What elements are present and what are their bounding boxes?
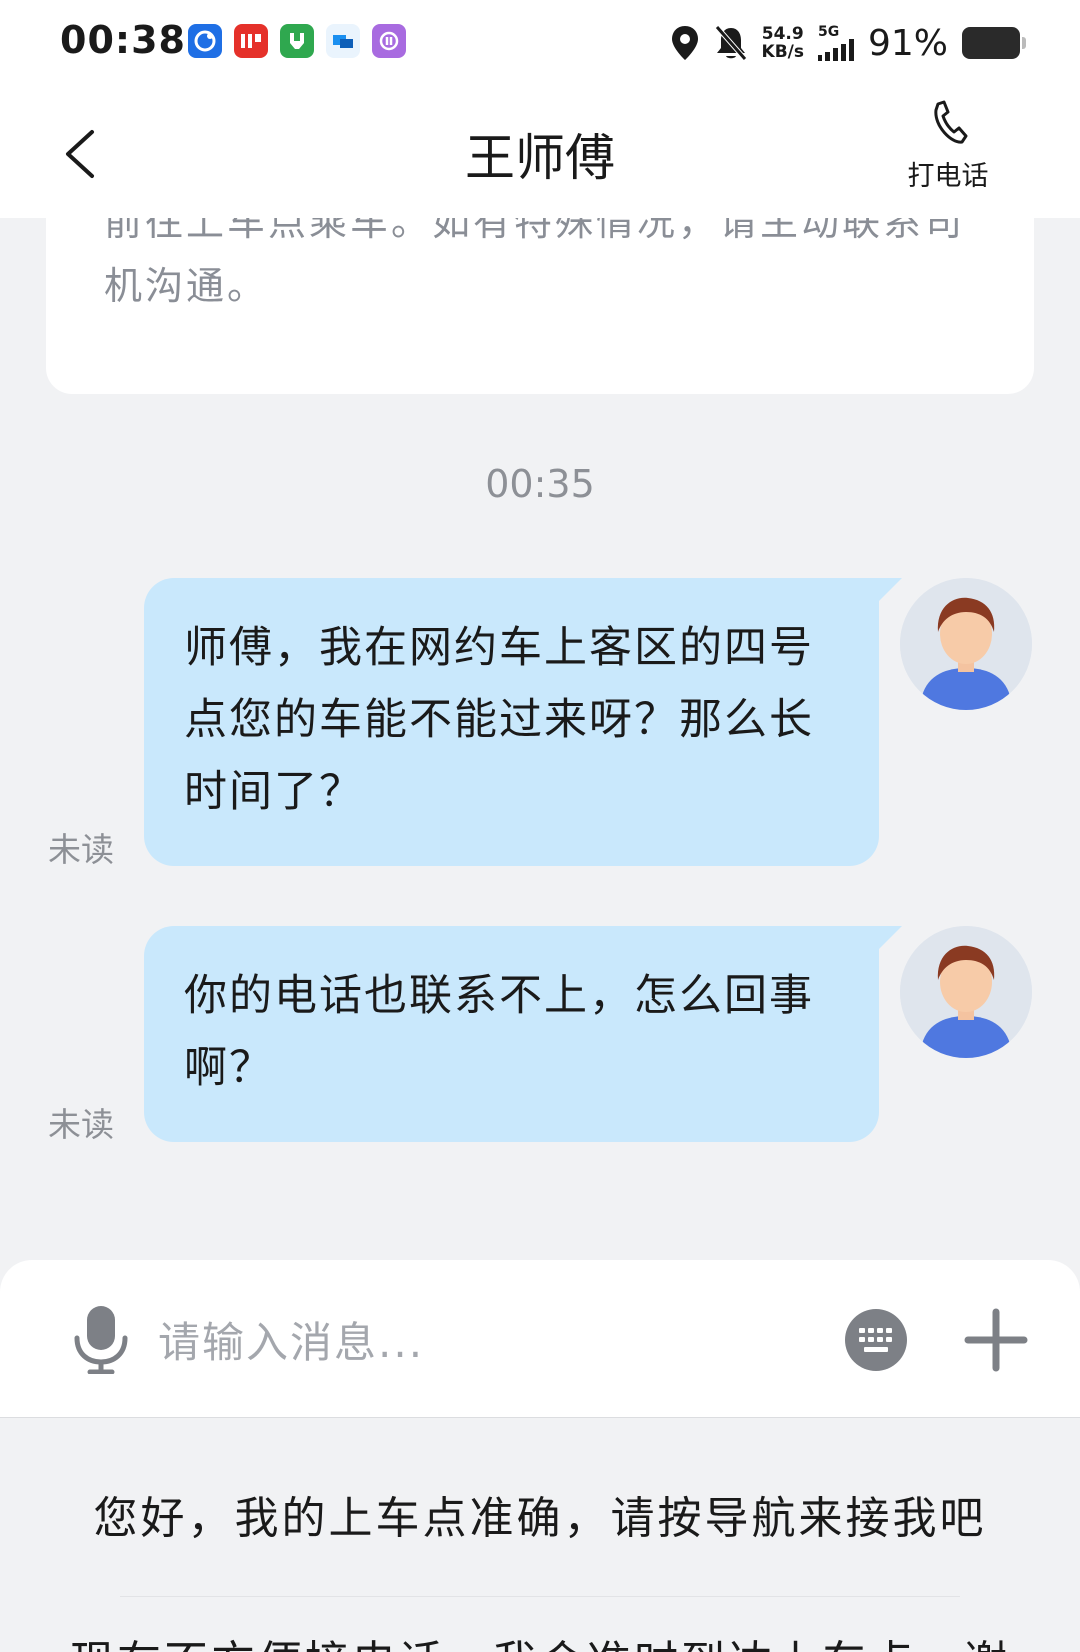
- status-time: 00:38: [60, 18, 186, 62]
- quick-replies: 您好，我的上车点准确，请按导航来接我吧 现在不方便接电话，我会准时到达上车点，谢: [0, 1418, 1080, 1652]
- mute-bell-icon: [714, 25, 747, 61]
- status-bar: 00:38 54.9 KB/s 5G 91%: [0, 0, 1080, 88]
- chat-header: 王师傅 打电话: [0, 88, 1080, 218]
- quick-reply-item[interactable]: 现在不方便接电话，我会准时到达上车点，谢: [0, 1626, 1080, 1652]
- notice-text: 前往上车点乘车。如有特殊情况，请主动联系司机沟通。: [104, 218, 966, 308]
- bubble-tail: [876, 578, 902, 604]
- bubble-tail: [876, 926, 902, 952]
- call-label: 打电话: [907, 161, 989, 192]
- net-speed-unit: KB/s: [761, 42, 804, 62]
- location-icon: [671, 26, 698, 60]
- input-bar: [0, 1260, 1080, 1418]
- quick-reply-item[interactable]: 您好，我的上车点准确，请按导航来接我吧: [0, 1482, 1080, 1546]
- browser-app-icon: [188, 24, 222, 58]
- signal-bars-icon: [817, 39, 854, 61]
- message-bubble[interactable]: 师傅，我在网约车上客区的四号点您的车能不能过来呀？那么长时间了？: [144, 578, 879, 866]
- message-input[interactable]: [158, 1312, 778, 1372]
- signal-indicator: 5G: [817, 24, 854, 61]
- message-app-icon: [326, 24, 360, 58]
- net-speed: 54.9 KB/s: [762, 25, 804, 61]
- phone-icon: [934, 100, 968, 144]
- unread-status: 未读: [48, 1105, 114, 1144]
- call-button[interactable]: 打电话: [898, 98, 998, 198]
- notice-card: 前往上车点乘车。如有特殊情况，请主动联系司机沟通。: [46, 218, 1034, 394]
- plus-icon[interactable]: [964, 1308, 1028, 1372]
- keyboard-icon[interactable]: [844, 1308, 908, 1372]
- net-speed-value: 54.9: [761, 24, 804, 44]
- avatar[interactable]: [900, 578, 1032, 710]
- message-timestamp: 00:35: [485, 462, 595, 506]
- battery-percent: 91%: [867, 22, 948, 64]
- meituan-app-icon: [280, 24, 314, 58]
- message-bubble[interactable]: 你的电话也联系不上，怎么回事啊？: [144, 926, 879, 1142]
- battery-icon: [962, 27, 1026, 59]
- status-indicators: 54.9 KB/s 5G 91%: [670, 20, 1026, 66]
- dianping-app-icon: [234, 24, 268, 58]
- avatar[interactable]: [900, 926, 1032, 1058]
- purple-app-icon: [372, 24, 406, 58]
- user-avatar-icon: [900, 926, 1032, 1058]
- quick-reply-divider: [120, 1596, 960, 1597]
- user-avatar-icon: [900, 578, 1032, 710]
- network-type: 5G: [817, 24, 840, 40]
- unread-status: 未读: [48, 830, 114, 869]
- microphone-icon[interactable]: [70, 1304, 132, 1375]
- chat-area[interactable]: 前往上车点乘车。如有特殊情况，请主动联系司机沟通。 00:35 师傅，我在网约车…: [0, 218, 1080, 1260]
